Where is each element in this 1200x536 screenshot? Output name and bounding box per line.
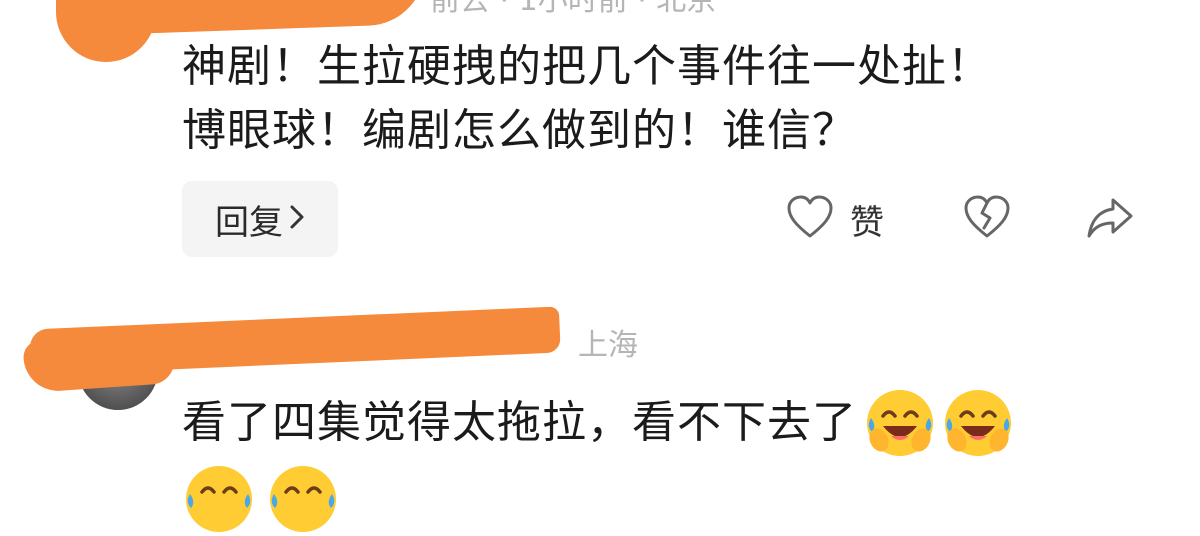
like-button[interactable]: 赞 xyxy=(786,194,884,244)
laughing-crying-emoji xyxy=(266,462,340,536)
like-label: 赞 xyxy=(850,202,884,243)
emoji-row xyxy=(182,462,340,536)
laughing-crying-emoji xyxy=(941,386,1015,460)
reply-button[interactable]: 回复 xyxy=(182,181,338,257)
laughing-crying-emoji xyxy=(863,386,937,460)
comment-location: 上海 xyxy=(578,328,638,363)
redaction-mark xyxy=(56,0,156,62)
share-button[interactable] xyxy=(1086,196,1134,244)
chevron-right-icon xyxy=(289,203,305,238)
reply-label: 回复 xyxy=(215,202,283,243)
dislike-button[interactable] xyxy=(963,194,1011,244)
comment-text: 神剧！生拉硬拽的把几个事件往一处扯！ xyxy=(182,41,992,92)
comment-meta: 前去 · 1小时前 · 北京 xyxy=(430,0,717,18)
comment-text: 博眼球！编剧怎么做到的！谁信？ xyxy=(182,105,857,156)
redaction-mark xyxy=(22,330,176,394)
broken-heart-icon xyxy=(963,194,1011,244)
heart-icon xyxy=(786,194,834,244)
share-icon xyxy=(1086,196,1134,244)
comment-text: 看了四集觉得太拖拉，看不下去了 xyxy=(182,386,1015,460)
laughing-crying-emoji xyxy=(182,462,256,536)
